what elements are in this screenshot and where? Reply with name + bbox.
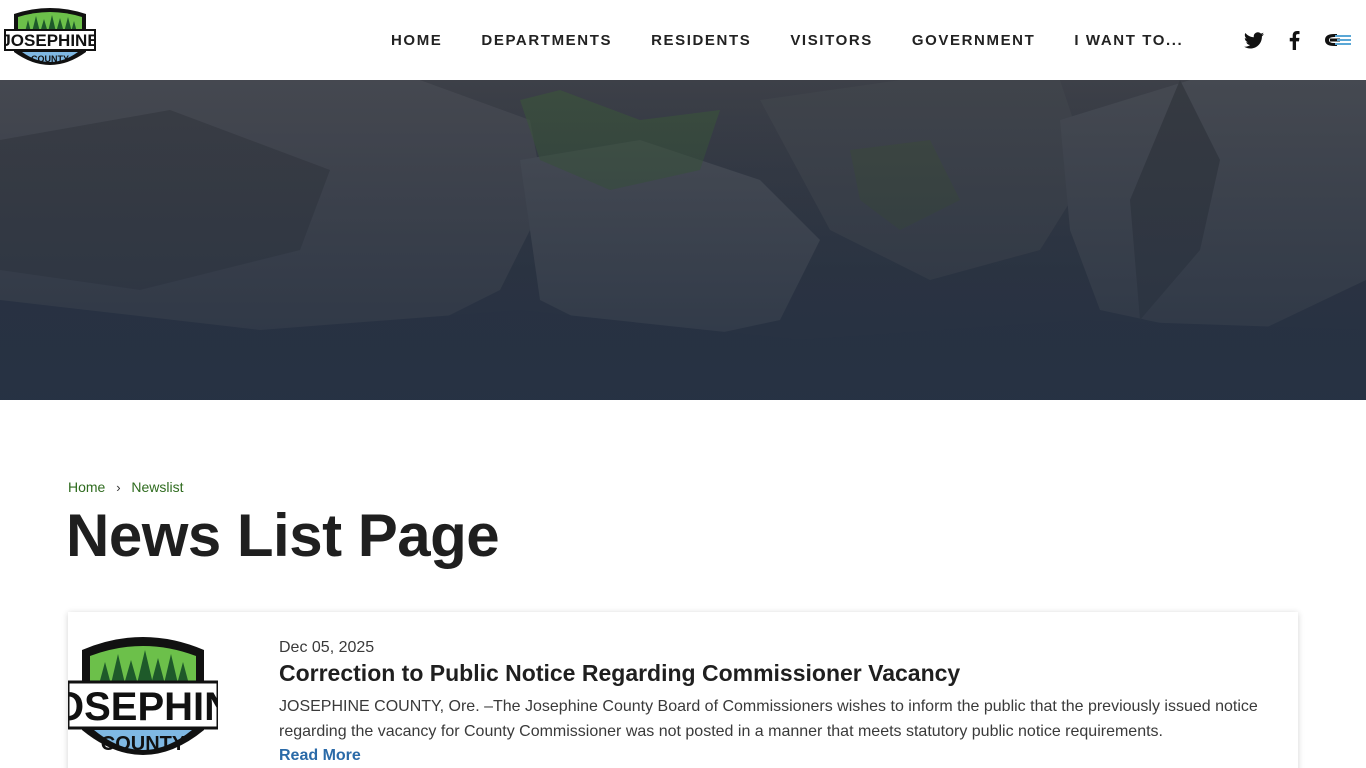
nav-government[interactable]: GOVERNMENT xyxy=(912,32,1036,49)
logo-text: JOSEPHINE xyxy=(4,31,96,50)
nav-i-want-to[interactable]: I WANT TO... xyxy=(1074,32,1183,49)
main-nav: HOME DEPARTMENTS RESIDENTS VISITORS GOVE… xyxy=(391,0,1183,80)
news-title-link[interactable]: Correction to Public Notice Regarding Co… xyxy=(279,658,1269,688)
nav-residents[interactable]: RESIDENTS xyxy=(651,32,751,49)
hero-rock-image xyxy=(0,80,1366,400)
hero-banner xyxy=(0,80,1366,400)
facebook-icon[interactable] xyxy=(1284,28,1304,52)
news-excerpt: JOSEPHINE COUNTY, Ore. –The Josephine Co… xyxy=(279,698,1258,740)
nav-home[interactable]: HOME xyxy=(391,32,442,49)
breadcrumb-newslist-link[interactable]: Newslist xyxy=(131,479,183,495)
josephine-county-logo[interactable]: JOSEPHINE COUNTY xyxy=(4,6,96,74)
card-logo-subtext: COUNTY xyxy=(101,733,186,755)
card-logo-text: OSEPHIN xyxy=(68,685,218,729)
page-title: News List Page xyxy=(66,502,500,569)
logo-subtext: COUNTY xyxy=(31,54,69,64)
nav-departments[interactable]: DEPARTMENTS xyxy=(481,32,612,49)
read-more-link[interactable]: Read More xyxy=(279,744,361,768)
nav-visitors[interactable]: VISITORS xyxy=(790,32,873,49)
breadcrumb: Home › Newslist xyxy=(68,479,183,495)
twitter-icon[interactable] xyxy=(1242,28,1266,52)
site-header: JOSEPHINE COUNTY HOME DEPARTMENTS RESIDE… xyxy=(0,0,1366,80)
chevron-right-icon: › xyxy=(116,479,121,495)
josephine-county-logo: OSEPHIN COUNTY xyxy=(68,637,218,755)
news-card: OSEPHIN COUNTY Dec 05, 2025 Correction t… xyxy=(68,612,1298,768)
share-icon[interactable] xyxy=(1320,28,1354,52)
news-card-body: Dec 05, 2025 Correction to Public Notice… xyxy=(279,638,1269,768)
breadcrumb-home-link[interactable]: Home xyxy=(68,479,105,495)
news-date: Dec 05, 2025 xyxy=(279,639,375,656)
